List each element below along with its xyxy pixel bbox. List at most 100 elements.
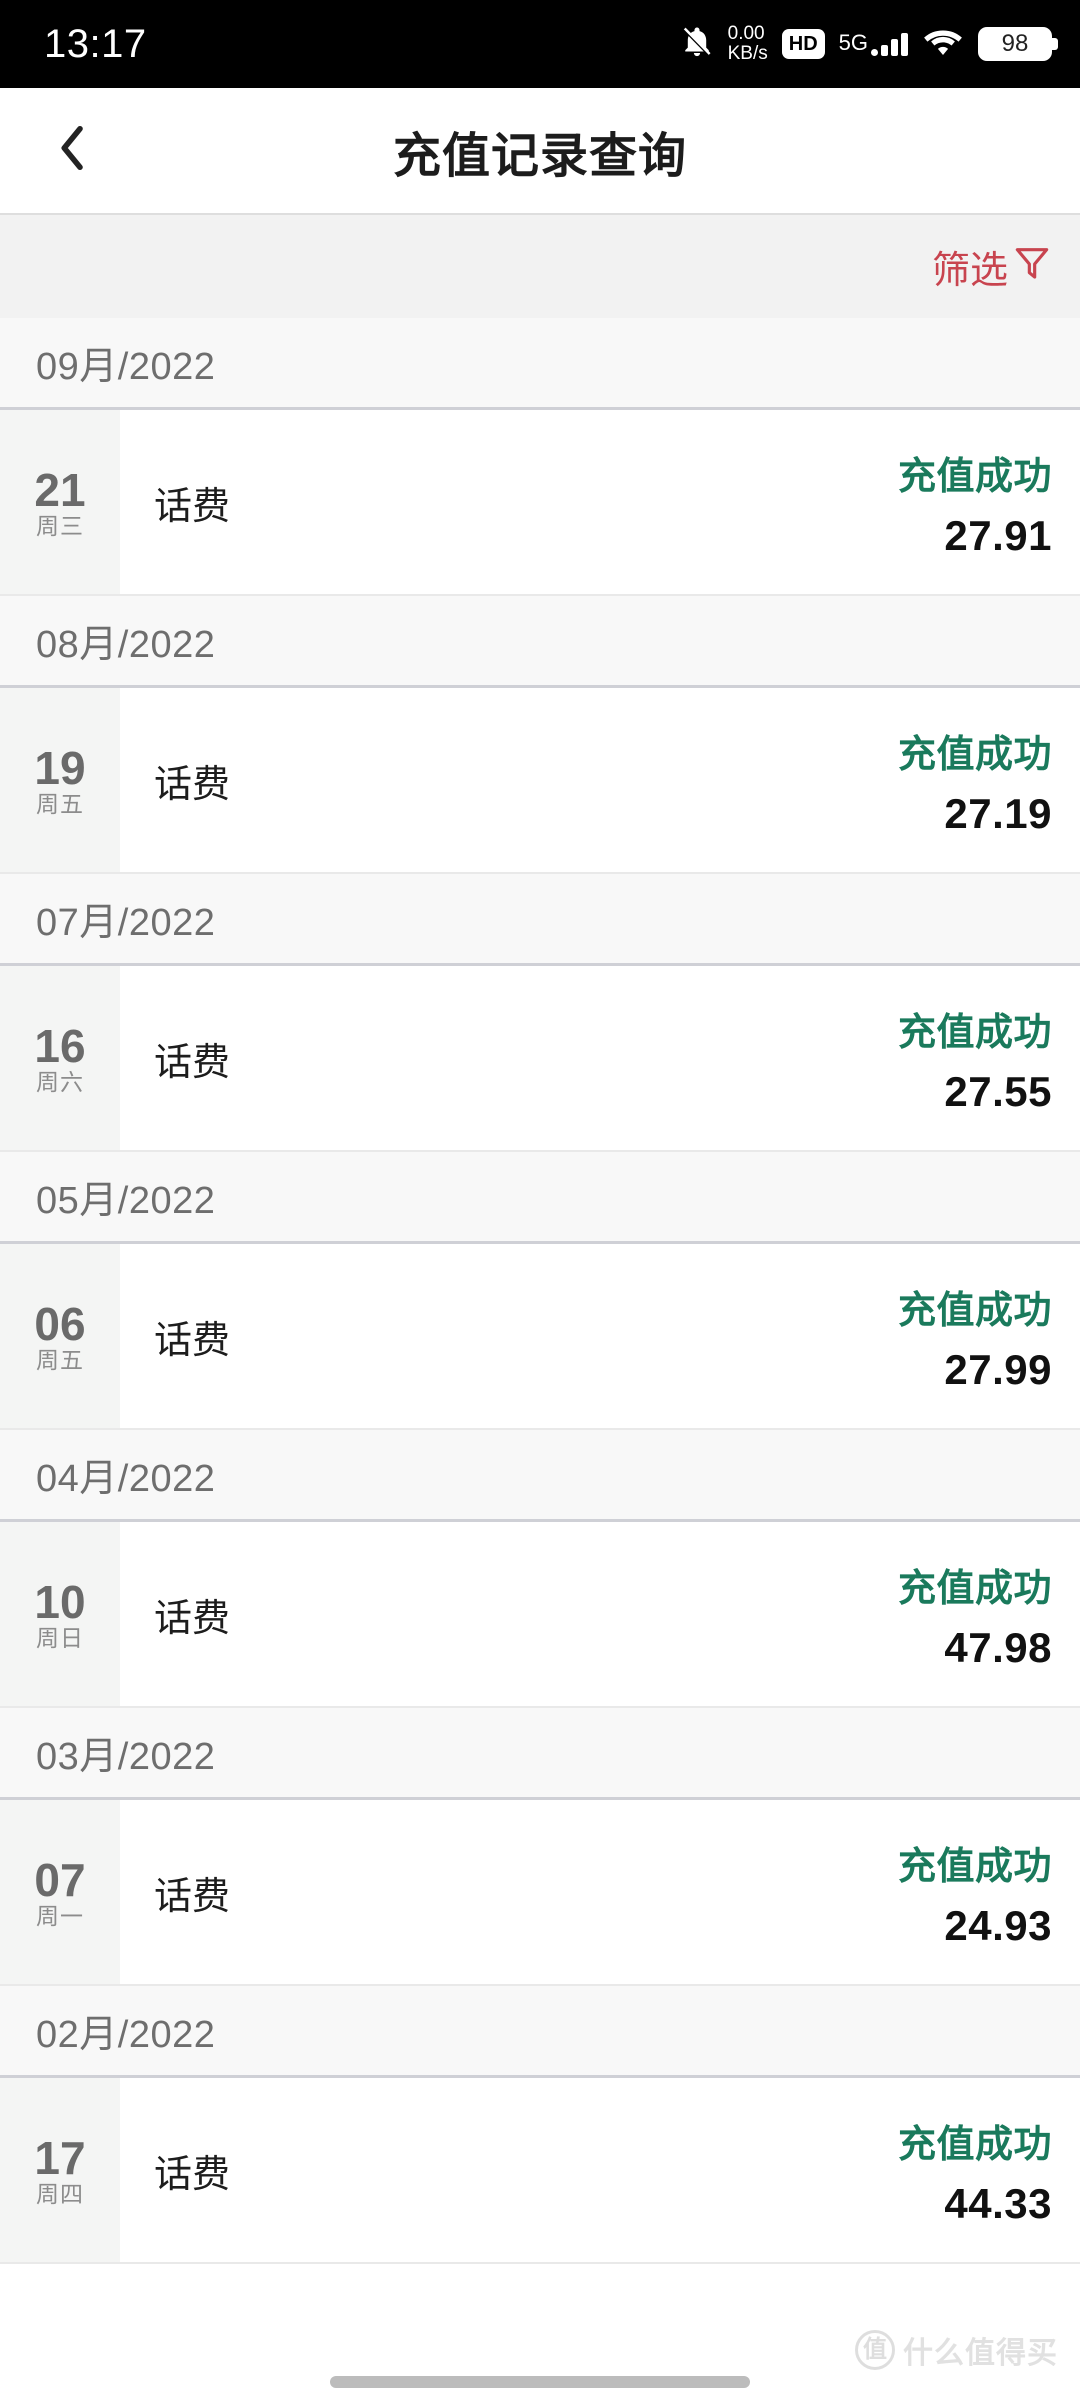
month-section-label: 09月/2022 (36, 346, 216, 388)
filter-button-label: 筛选 (931, 250, 1008, 292)
signal-bars-icon (871, 32, 908, 56)
record-weekday-label: 周日 (36, 1624, 84, 1651)
network-speed-value: 0.00 (727, 23, 765, 44)
record-weekday-label: 周五 (36, 790, 84, 817)
cellular-signal-icon: 5G (839, 32, 908, 56)
table-row[interactable]: 07 周一 话费 充值成功 24.93 (0, 1800, 1080, 1986)
record-weekday-label: 周五 (36, 1346, 84, 1373)
record-date-cell: 07 周一 (0, 1800, 120, 1984)
record-date-cell: 16 周六 (0, 966, 120, 1150)
record-amount: 27.55 (944, 1067, 1052, 1115)
screen-root: 13:17 0.00 KB/s HD 5G 98 充值记录查询 筛选 09月/2… (0, 0, 1080, 2404)
record-weekday-label: 周六 (36, 1068, 84, 1095)
record-type-cell: 话费 (120, 966, 898, 1150)
month-section-label: 03月/2022 (36, 1736, 216, 1778)
record-amount: 47.98 (944, 1623, 1052, 1671)
record-amount: 44.33 (944, 2179, 1052, 2227)
month-section-header: 08月/2022 (0, 596, 1080, 688)
record-date-cell: 19 周五 (0, 688, 120, 872)
battery-icon: 98 (978, 27, 1058, 61)
record-day-number: 07 (34, 1853, 86, 1906)
record-weekday-label: 周三 (36, 512, 84, 539)
record-type-cell: 话费 (120, 2078, 898, 2262)
status-bar-icons: 0.00 KB/s HD 5G 98 (680, 24, 1058, 65)
month-section-label: 04月/2022 (36, 1458, 216, 1500)
month-section-header: 09月/2022 (0, 318, 1080, 410)
table-row[interactable]: 21 周三 话费 充值成功 27.91 (0, 410, 1080, 596)
filter-button[interactable]: 筛选 (932, 239, 1052, 294)
month-section-header: 03月/2022 (0, 1708, 1080, 1800)
status-badge: 充值成功 (897, 1845, 1052, 1888)
month-section-label: 02月/2022 (36, 2014, 216, 2056)
record-type-cell: 话费 (120, 688, 898, 872)
record-type-cell: 话费 (120, 1800, 898, 1984)
record-day-number: 10 (34, 1575, 86, 1628)
record-type-cell: 话费 (120, 1244, 898, 1428)
table-row[interactable]: 16 周六 话费 充值成功 27.55 (0, 966, 1080, 1152)
site-watermark: 值 什么值得买 (855, 2328, 1058, 2372)
record-type-label: 话费 (154, 1597, 231, 1640)
record-type-label: 话费 (154, 2153, 231, 2196)
table-row[interactable]: 19 周五 话费 充值成功 27.19 (0, 688, 1080, 874)
record-day-number: 21 (34, 463, 86, 516)
record-amount: 24.93 (944, 1901, 1052, 1949)
watermark-badge: 值 (855, 2330, 895, 2370)
record-weekday-label: 周四 (36, 2180, 84, 2207)
status-badge: 充值成功 (897, 733, 1052, 776)
table-row[interactable]: 17 周四 话费 充值成功 44.33 (0, 2078, 1080, 2264)
record-result-cell: 充值成功 27.91 (898, 410, 1080, 594)
record-type-cell: 话费 (120, 1522, 898, 1706)
chevron-left-icon (51, 120, 95, 181)
record-type-label: 话费 (154, 1875, 231, 1918)
record-type-label: 话费 (154, 485, 231, 528)
record-result-cell: 充值成功 27.19 (898, 688, 1080, 872)
nav-bar: 充值记录查询 (0, 88, 1080, 213)
network-speed-unit: KB/s (727, 43, 768, 64)
funnel-icon (1012, 242, 1052, 292)
record-date-cell: 06 周五 (0, 1244, 120, 1428)
watermark-text: 什么值得买 (903, 2337, 1058, 2370)
status-bar-clock: 13:17 (44, 22, 147, 66)
wifi-icon (922, 26, 964, 63)
record-day-number: 06 (34, 1297, 86, 1350)
record-day-number: 19 (34, 741, 86, 794)
hd-voice-icon: HD (781, 29, 825, 59)
status-badge: 充值成功 (897, 455, 1052, 498)
recharge-record-list[interactable]: 09月/2022 21 周三 话费 充值成功 27.91 08月/2022 19 周五 话费 充值成… (0, 318, 1080, 2264)
filter-bar: 筛选 (0, 213, 1080, 318)
record-day-number: 17 (34, 2131, 86, 2184)
battery-level-label: 98 (1001, 30, 1029, 57)
notifications-muted-icon (680, 24, 714, 65)
network-speed-indicator: 0.00 KB/s (728, 24, 768, 64)
status-badge: 充值成功 (897, 1011, 1052, 1054)
status-bar: 13:17 0.00 KB/s HD 5G 98 (0, 0, 1080, 88)
month-section-header: 07月/2022 (0, 874, 1080, 966)
status-badge: 充值成功 (897, 1567, 1052, 1610)
record-result-cell: 充值成功 24.93 (898, 1800, 1080, 1984)
record-result-cell: 充值成功 44.33 (898, 2078, 1080, 2262)
home-indicator[interactable] (330, 2376, 750, 2388)
status-badge: 充值成功 (897, 1289, 1052, 1332)
back-button[interactable] (28, 88, 118, 213)
record-amount: 27.19 (944, 789, 1052, 837)
record-date-cell: 21 周三 (0, 410, 120, 594)
record-type-cell: 话费 (120, 410, 898, 594)
network-type-label: 5G (838, 30, 868, 55)
record-date-cell: 17 周四 (0, 2078, 120, 2262)
record-type-label: 话费 (154, 763, 231, 806)
month-section-label: 05月/2022 (36, 1180, 216, 1222)
record-weekday-label: 周一 (36, 1902, 84, 1929)
record-result-cell: 充值成功 47.98 (898, 1522, 1080, 1706)
record-type-label: 话费 (154, 1041, 231, 1084)
month-section-header: 02月/2022 (0, 1986, 1080, 2078)
month-section-label: 07月/2022 (36, 902, 216, 944)
table-row[interactable]: 10 周日 话费 充值成功 47.98 (0, 1522, 1080, 1708)
record-amount: 27.99 (944, 1345, 1052, 1393)
record-type-label: 话费 (154, 1319, 231, 1362)
page-title: 充值记录查询 (392, 129, 687, 183)
record-amount: 27.91 (944, 511, 1052, 559)
record-date-cell: 10 周日 (0, 1522, 120, 1706)
month-section-label: 08月/2022 (36, 624, 216, 666)
table-row[interactable]: 06 周五 话费 充值成功 27.99 (0, 1244, 1080, 1430)
status-badge: 充值成功 (897, 2123, 1052, 2166)
